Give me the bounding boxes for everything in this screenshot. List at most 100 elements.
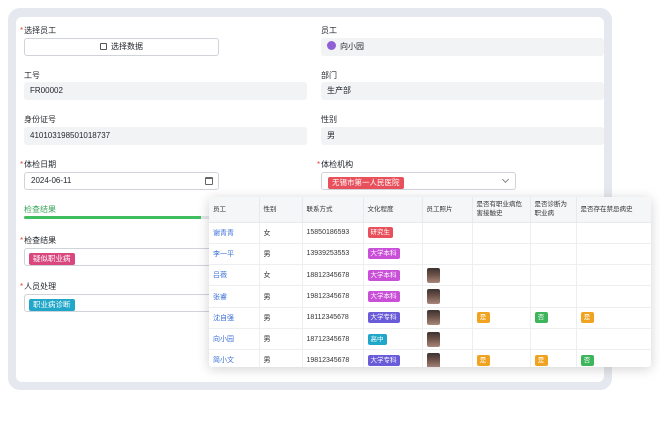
employee-name-link[interactable]: 简小文 [209,349,260,367]
photo-cell [422,285,473,308]
hazard-history-cell: 是 [472,349,531,367]
table-row[interactable]: 李一平男 13939253553 大学本科 [209,243,651,266]
contraindication-cell: 是 [576,307,651,329]
exam-result-label: *检查结果 [20,236,57,245]
exam-result-tag: 疑似职业病 [29,253,75,265]
exam-org-label: *体检机构 [317,160,354,169]
yes-no-badge: 是 [534,354,548,366]
employee-name-link[interactable]: 谢青青 [209,222,260,244]
result-section-title: 检查结果 [24,205,56,214]
diagnosed-cell: 否 [530,307,577,329]
education-tag: 高中 [367,333,387,345]
hazard-history-cell [472,264,531,287]
department-field[interactable]: 生产部 [321,82,604,100]
department-label: 部门 [321,71,337,80]
exam-date-input[interactable]: 2024-06-11 [24,172,219,190]
phone-cell: 15850186593 [302,222,364,244]
education-tag: 大学专科 [367,354,400,366]
education-tag: 研究生 [367,227,393,239]
employee-name-link[interactable]: 吕薇 [209,264,260,287]
table-header-cell: 员工照片 [422,197,473,223]
table-header-cell: 是否有职业病危害接触史 [472,197,531,223]
diagnosed-cell: 是 [530,349,577,367]
employee-photo[interactable] [426,352,440,367]
phone-cell: 13939253553 [302,243,364,266]
employee-table-popup: 员工 性别 联系方式 文化程度 员工照片 是否有职业病危害接触史 是否诊断为职业病 是否存在禁… [209,197,651,367]
result-progress-fill [24,216,201,219]
employee-photo[interactable] [426,267,440,283]
gender-cell: 男 [259,285,303,308]
exam-date-label: *体检日期 [20,160,57,169]
phone-cell: 19812345678 [302,285,364,308]
id-card-label: 身份证号 [24,115,56,124]
employee-name-link[interactable]: 沈自强 [209,307,260,329]
phone-cell: 18112345678 [302,307,364,329]
gender-field[interactable]: 男 [321,127,604,145]
photo-cell [422,307,473,329]
table-header-cell: 性别 [259,197,303,223]
calendar-icon[interactable] [205,177,213,185]
exam-org-tag: 无锡市第一人民医院 [328,177,404,189]
education-cell: 研究生 [363,222,423,244]
diagnosed-cell [530,285,577,308]
select-employee-label: *选择员工 [20,26,57,35]
table-header-cell: 联系方式 [302,197,364,223]
hazard-history-cell [472,285,531,308]
contraindication-cell [576,222,651,244]
contraindication-cell [576,328,651,351]
employee-field[interactable]: 向小园 [321,38,604,56]
employee-photo[interactable] [426,289,440,305]
handling-tag: 职业病诊断 [29,299,75,311]
gender-cell: 男 [259,349,303,367]
contraindication-cell [576,285,651,308]
employee-name-link[interactable]: 张睿 [209,285,260,308]
table-row[interactable]: 沈自强男 18112345678 大学专科 是 否 是 [209,307,651,329]
contraindication-cell [576,243,651,266]
employee-name-link[interactable]: 向小园 [209,328,260,351]
job-no-field[interactable]: FR00002 [24,82,307,100]
handling-select[interactable]: 职业病诊断 [24,294,219,312]
contraindication-cell: 否 [576,349,651,367]
employee-name-link[interactable]: 李一平 [209,243,260,266]
table-header-cell: 文化程度 [363,197,423,223]
table-row[interactable]: 向小园男 18712345678 高中 [209,328,651,351]
education-tag: 大学专科 [367,312,400,324]
table-row[interactable]: 吕薇女 18812345678 大学本科 [209,264,651,287]
chevron-down-icon[interactable] [501,175,510,184]
gender-label: 性别 [321,115,337,124]
table-row[interactable]: 谢青青女 15850186593 研究生 [209,222,651,244]
diagnosed-cell [530,328,577,351]
diagnosed-cell [530,243,577,266]
hazard-history-cell [472,222,531,244]
employee-photo[interactable] [426,331,440,347]
select-data-button[interactable]: 选择数据 [24,38,219,56]
education-cell: 大学本科 [363,285,423,308]
exam-org-select[interactable]: 无锡市第一人民医院 [321,172,516,190]
education-cell: 大学专科 [363,307,423,329]
yes-no-badge: 是 [476,354,490,366]
yes-no-badge: 是 [476,312,490,324]
employee-photo[interactable] [426,310,440,326]
employee-table: 员工 性别 联系方式 文化程度 员工照片 是否有职业病危害接触史 是否诊断为职业病 是否存在禁… [209,197,651,367]
result-progress-bar [24,216,210,219]
yes-no-badge: 否 [534,312,548,324]
table-row[interactable]: 张睿男 19812345678 大学本科 [209,285,651,308]
photo-cell [422,328,473,351]
id-card-field[interactable]: 410103198501018737 [24,127,307,145]
diagnosed-cell [530,264,577,287]
job-no-label: 工号 [24,71,40,80]
employee-label: 员工 [321,26,337,35]
photo-cell [422,264,473,287]
database-icon [100,43,107,50]
photo-cell [422,222,473,244]
education-cell: 大学本科 [363,264,423,287]
education-cell: 大学专科 [363,349,423,367]
education-cell: 高中 [363,328,423,351]
education-tag: 大学本科 [367,248,400,260]
photo-cell [422,243,473,266]
table-row[interactable]: 简小文男 19812345678 大学专科 是 是 否 [209,349,651,367]
gender-cell: 女 [259,222,303,244]
contraindication-cell [576,264,651,287]
exam-result-select[interactable]: 疑似职业病 [24,248,219,266]
table-header-row: 员工 性别 联系方式 文化程度 员工照片 是否有职业病危害接触史 是否诊断为职业病 是否存在禁… [209,197,651,223]
